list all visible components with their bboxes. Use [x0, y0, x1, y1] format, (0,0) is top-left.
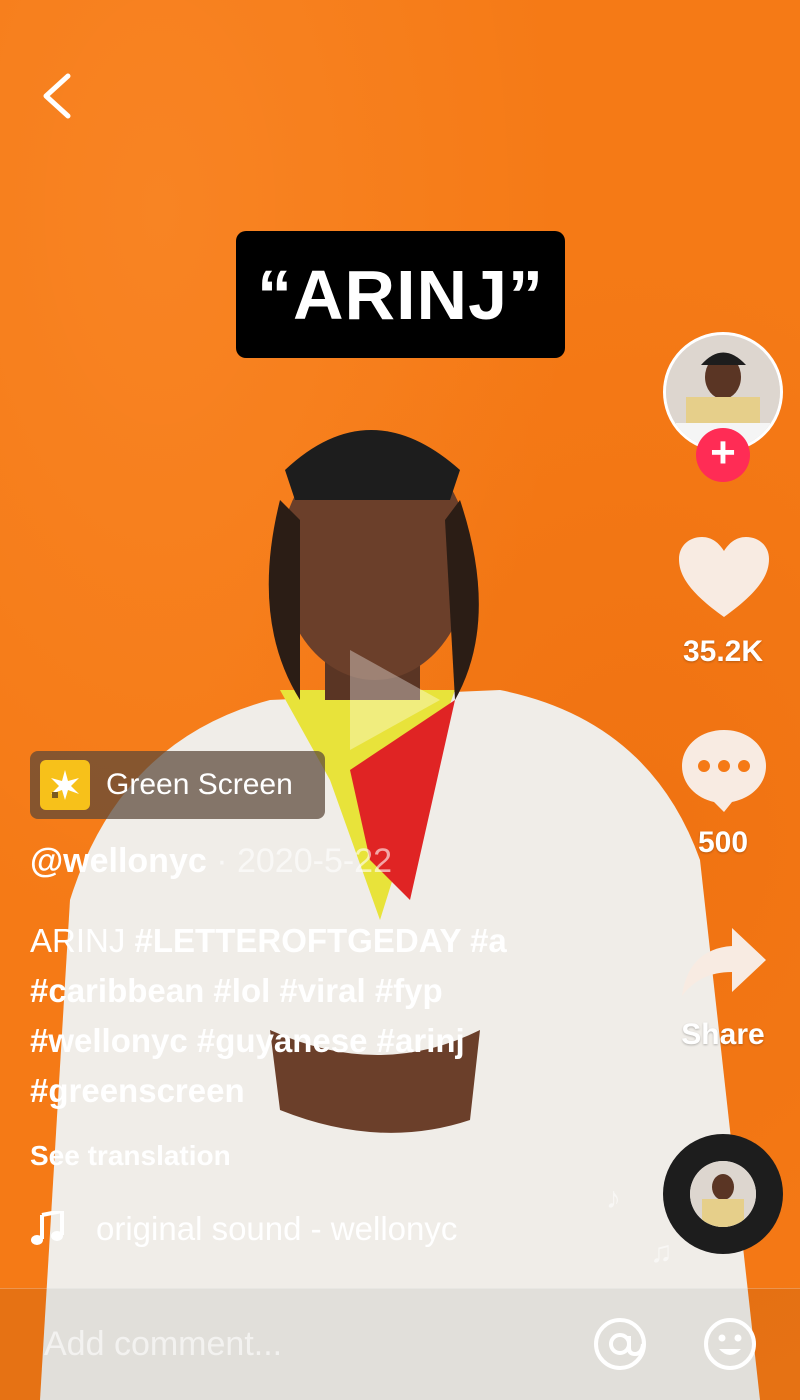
back-icon[interactable]: [34, 66, 94, 126]
heart-icon[interactable]: [679, 537, 769, 619]
post-meta: @wellonyc · 2020-5-22: [30, 842, 392, 881]
floating-note-icon: ♫: [650, 1236, 673, 1269]
see-translation-link[interactable]: See translation: [30, 1140, 231, 1172]
comment-icon[interactable]: [680, 728, 768, 812]
comment-input[interactable]: [42, 1318, 566, 1370]
post-description: ARINJ #LETTEROFTGEDAY #a #caribbean #lol…: [30, 916, 590, 1116]
creator-handle[interactable]: @wellonyc: [30, 842, 207, 880]
video-caption: “ARINJ”: [236, 231, 565, 358]
sound-row[interactable]: original sound - wellonyc: [30, 1205, 490, 1253]
comment-count: 500: [697, 826, 749, 859]
like-count: 35.2K: [682, 635, 764, 668]
share-icon[interactable]: [680, 926, 768, 998]
sparkle-icon: [40, 760, 90, 810]
effect-label: Green Screen: [106, 768, 293, 801]
at-icon[interactable]: [592, 1316, 648, 1372]
share-label[interactable]: Share: [663, 1018, 783, 1052]
post-date: · 2020-5-22: [206, 842, 392, 880]
emoji-icon[interactable]: [702, 1316, 758, 1372]
floating-note-icon: ♪: [606, 1182, 621, 1215]
follow-plus-icon[interactable]: +: [696, 428, 750, 482]
sound-label: original sound - wellonyc: [96, 1210, 458, 1247]
sound-disc[interactable]: [663, 1134, 783, 1254]
video-screen[interactable]: “ARINJ” + 35.2K 500 Share Green Screen @…: [0, 0, 800, 1400]
sound-disc-cover: [690, 1161, 756, 1227]
effect-chip[interactable]: Green Screen: [30, 751, 325, 819]
description-text: ARINJ: [30, 922, 135, 959]
music-note-icon: [31, 1211, 64, 1245]
